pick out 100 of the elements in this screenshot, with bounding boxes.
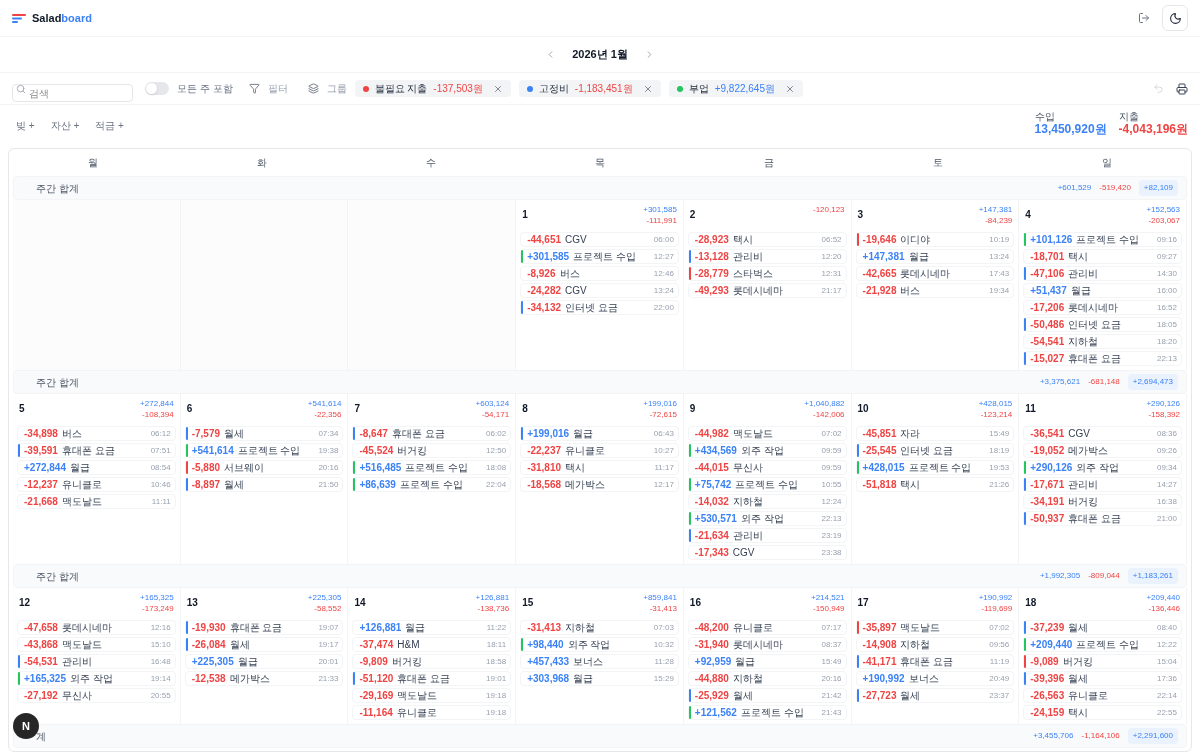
filter-chip[interactable]: 고정비 -1,183,451원 <box>518 80 661 97</box>
transaction-row[interactable]: -26,563 유니클로 22:14 <box>1023 688 1182 703</box>
transaction-row[interactable]: -17,206 롯데시네마 16:52 <box>1023 300 1182 315</box>
transaction-row[interactable]: +541,614 프로젝트 수입 19:38 <box>184 443 344 458</box>
transaction-row[interactable]: -31,810 택시 11:17 <box>520 460 679 475</box>
transaction-row[interactable]: -28,923 택시 06:52 <box>687 232 847 247</box>
transaction-row[interactable]: -24,159 택시 22:55 <box>1023 705 1182 720</box>
transaction-row[interactable]: -8,926 버스 12:46 <box>520 266 679 281</box>
transaction-row[interactable]: +147,381 월급 13:24 <box>855 249 1015 264</box>
transaction-row[interactable]: -39,396 월세 17:36 <box>1023 671 1182 686</box>
transaction-row[interactable]: -31,413 지하철 07:03 <box>520 620 679 635</box>
transaction-row[interactable]: -39,591 휴대폰 요금 07:51 <box>17 443 176 458</box>
transaction-row[interactable]: -37,239 월세 08:40 <box>1023 620 1182 635</box>
transaction-row[interactable]: +272,844 월급 08:54 <box>17 460 176 475</box>
transaction-row[interactable]: -9,809 버거킹 18:58 <box>352 654 512 669</box>
transaction-row[interactable]: -51,120 휴대폰 요금 19:01 <box>352 671 512 686</box>
transaction-row[interactable]: -12,538 메가박스 21:33 <box>184 671 344 686</box>
toggle-switch[interactable] <box>145 82 169 95</box>
transaction-row[interactable]: -5,880 서브웨이 20:16 <box>184 460 344 475</box>
transaction-row[interactable]: -42,665 롯데시네마 17:43 <box>855 266 1015 281</box>
transaction-row[interactable]: -49,293 롯데시네마 21:17 <box>687 283 847 298</box>
transaction-row[interactable]: +101,126 프로젝트 수입 09:16 <box>1023 232 1182 247</box>
transaction-row[interactable]: +530,571 외주 작업 22:13 <box>687 511 847 526</box>
transaction-row[interactable]: -50,486 인터넷 요금 18:05 <box>1023 317 1182 332</box>
transaction-row[interactable]: -54,541 지하철 18:20 <box>1023 334 1182 349</box>
transaction-row[interactable]: +126,881 월급 11:22 <box>352 620 512 635</box>
transaction-row[interactable]: -7,579 월세 07:34 <box>184 426 344 441</box>
transaction-row[interactable]: +190,992 보너스 20:49 <box>855 671 1015 686</box>
transaction-row[interactable]: -8,647 휴대폰 요금 06:02 <box>352 426 512 441</box>
transaction-row[interactable]: -19,646 이디야 10:19 <box>855 232 1015 247</box>
transaction-row[interactable]: -26,084 월세 19:17 <box>184 637 344 652</box>
transaction-row[interactable]: -17,671 관리비 14:27 <box>1023 477 1182 492</box>
transaction-row[interactable]: -34,191 버거킹 16:38 <box>1023 494 1182 509</box>
transaction-row[interactable]: -50,937 휴대폰 요금 21:00 <box>1023 511 1182 526</box>
transaction-row[interactable]: +457,433 보너스 11:28 <box>520 654 679 669</box>
transaction-row[interactable]: +428,015 프로젝트 수입 19:53 <box>855 460 1015 475</box>
transaction-row[interactable]: -44,880 지하철 20:16 <box>687 671 847 686</box>
quick-add-button[interactable]: 적금 + <box>95 118 124 133</box>
transaction-row[interactable]: -43,868 맥도날드 15:10 <box>17 637 176 652</box>
logout-button[interactable] <box>1138 12 1150 24</box>
transaction-row[interactable]: -54,531 관리비 16:48 <box>17 654 176 669</box>
transaction-row[interactable]: -37,474 H&M 18:11 <box>352 637 512 652</box>
filter-chip[interactable]: 부업 +9,822,645원 <box>668 80 803 97</box>
transaction-row[interactable]: -27,192 무신사 20:55 <box>17 688 176 703</box>
transaction-row[interactable]: -19,052 메가박스 09:26 <box>1023 443 1182 458</box>
transaction-row[interactable]: -13,128 관리비 12:20 <box>687 249 847 264</box>
transaction-row[interactable]: -28,779 스타벅스 12:31 <box>687 266 847 281</box>
transaction-row[interactable]: -27,723 월세 23:37 <box>855 688 1015 703</box>
transaction-row[interactable]: -45,524 버거킹 12:50 <box>352 443 512 458</box>
transaction-row[interactable]: -14,908 지하철 09:56 <box>855 637 1015 652</box>
transaction-row[interactable]: +516,485 프로젝트 수입 18:08 <box>352 460 512 475</box>
transaction-row[interactable]: -31,940 롯데시네마 08:37 <box>687 637 847 652</box>
transaction-row[interactable]: -18,568 메가박스 12:17 <box>520 477 679 492</box>
quick-add-button[interactable]: 자산 + <box>50 118 80 133</box>
transaction-row[interactable]: -12,237 유니클로 10:46 <box>17 477 176 492</box>
transaction-row[interactable]: -24,282 CGV 13:24 <box>520 283 679 298</box>
transaction-row[interactable]: +303,968 월급 15:29 <box>520 671 679 686</box>
transaction-row[interactable]: -41,171 휴대폰 요금 11:19 <box>855 654 1015 669</box>
transaction-row[interactable]: -11,164 유니클로 19:18 <box>352 705 512 720</box>
remove-chip-icon[interactable] <box>642 83 653 94</box>
transaction-row[interactable]: -14,032 지하철 12:24 <box>687 494 847 509</box>
transaction-row[interactable]: -35,897 맥도날드 07:02 <box>855 620 1015 635</box>
quick-add-button[interactable]: 빚 + <box>16 118 35 133</box>
transaction-row[interactable]: -44,015 무신사 09:59 <box>687 460 847 475</box>
transaction-row[interactable]: -47,106 관리비 14:30 <box>1023 266 1182 281</box>
print-button[interactable] <box>1176 82 1188 95</box>
transaction-row[interactable]: +290,126 외주 작업 09:34 <box>1023 460 1182 475</box>
transaction-row[interactable]: -22,237 유니클로 10:27 <box>520 443 679 458</box>
transaction-row[interactable]: -44,651 CGV 06:00 <box>520 232 679 247</box>
transaction-row[interactable]: -21,928 버스 19:34 <box>855 283 1015 298</box>
transaction-row[interactable]: -17,343 CGV 23:38 <box>687 545 847 560</box>
transaction-row[interactable]: +301,585 프로젝트 수입 12:27 <box>520 249 679 264</box>
transaction-row[interactable]: -48,200 유니클로 07:17 <box>687 620 847 635</box>
transaction-row[interactable]: -19,930 휴대폰 요금 19:07 <box>184 620 344 635</box>
remove-chip-icon[interactable] <box>785 83 795 94</box>
transaction-row[interactable]: -34,132 인터넷 요금 22:00 <box>520 300 679 315</box>
transaction-row[interactable]: +98,440 외주 작업 10:32 <box>520 637 679 652</box>
transaction-row[interactable]: +121,562 프로젝트 수입 21:43 <box>687 705 847 720</box>
search-field[interactable]: 검색 <box>12 84 133 102</box>
transaction-row[interactable]: +165,325 외주 작업 19:14 <box>17 671 176 686</box>
remove-chip-icon[interactable] <box>492 83 503 94</box>
transaction-row[interactable]: -36,541 CGV 08:36 <box>1023 426 1182 441</box>
transaction-row[interactable]: +92,959 월급 15:49 <box>687 654 847 669</box>
transaction-row[interactable]: -15,027 휴대폰 요금 22:13 <box>1023 351 1182 366</box>
transaction-row[interactable]: +209,440 프로젝트 수입 12:22 <box>1023 637 1182 652</box>
transaction-row[interactable]: -21,634 관리비 23:19 <box>687 528 847 543</box>
transaction-row[interactable]: -34,898 버스 06:12 <box>17 426 176 441</box>
transaction-row[interactable]: +51,437 월급 16:00 <box>1023 283 1182 298</box>
transaction-row[interactable]: +225,305 월급 20:01 <box>184 654 344 669</box>
transaction-row[interactable]: -51,818 택시 21:26 <box>855 477 1015 492</box>
transaction-row[interactable]: -25,929 월세 21:42 <box>687 688 847 703</box>
transaction-row[interactable]: +86,639 프로젝트 수입 22:04 <box>352 477 512 492</box>
transaction-row[interactable]: -18,701 택시 09:27 <box>1023 249 1182 264</box>
transaction-row[interactable]: -44,982 맥도날드 07:02 <box>687 426 847 441</box>
transaction-row[interactable]: -21,668 맥도날드 11:11 <box>17 494 176 509</box>
transaction-row[interactable]: -29,169 맥도날드 19:18 <box>352 688 512 703</box>
transaction-row[interactable]: +199,016 월급 06:43 <box>520 426 679 441</box>
dark-mode-button[interactable] <box>1162 5 1188 31</box>
transaction-row[interactable]: -47,658 롯데시네마 12:16 <box>17 620 176 635</box>
transaction-row[interactable]: -9,089 버거킹 15:04 <box>1023 654 1182 669</box>
